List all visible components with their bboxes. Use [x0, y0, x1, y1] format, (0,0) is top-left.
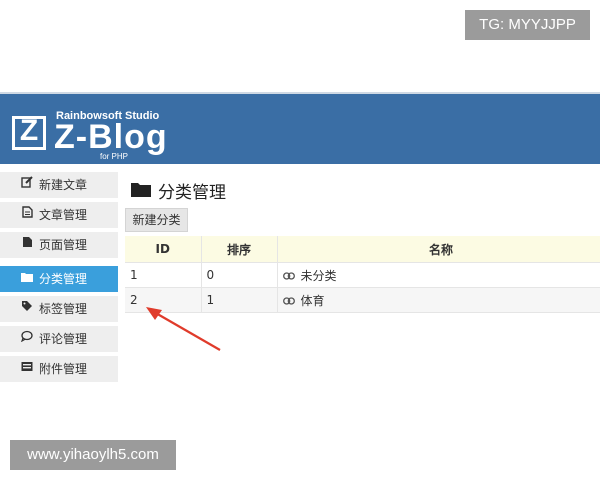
sidebar-item-comment-manage[interactable]: 评论管理 — [0, 326, 118, 352]
site-header: Z Rainbowsoft Studio Z-Blog for PHP — [0, 92, 600, 164]
link-icon — [282, 272, 295, 280]
sidebar-item-tag-manage[interactable]: 标签管理 — [0, 296, 118, 322]
sidebar-item-category-manage[interactable]: 分类管理 — [0, 266, 118, 292]
cell-order: 0 — [201, 262, 278, 288]
cell-id: 1 — [125, 262, 202, 288]
new-category-button[interactable]: 新建分类 — [125, 208, 188, 232]
folder-icon — [131, 182, 151, 197]
column-header-id[interactable]: ID — [125, 236, 202, 263]
table-row: 1 0 未分类 — [125, 262, 600, 288]
page-icon — [20, 232, 34, 258]
sidebar-item-attachment-manage[interactable]: 附件管理 — [0, 356, 118, 382]
tag-icon — [20, 296, 34, 322]
sidebar-item-label: 评论管理 — [39, 332, 88, 346]
document-icon — [20, 202, 34, 228]
sidebar-item-label: 分类管理 — [39, 272, 88, 286]
column-header-order[interactable]: 排序 — [201, 236, 278, 263]
sidebar-item-label: 新建文章 — [39, 178, 88, 192]
sidebar-item-new-article[interactable]: 新建文章 — [0, 172, 118, 198]
category-name[interactable]: 体育 — [301, 294, 325, 308]
sidebar-item-label: 页面管理 — [39, 238, 88, 252]
column-header-name[interactable]: 名称 — [277, 236, 600, 263]
comment-icon — [20, 326, 34, 352]
watermark-bottom: www.yihaoylh5.com — [10, 440, 176, 470]
cell-name[interactable]: 体育 — [277, 287, 600, 313]
zblog-logo-icon: Z — [12, 114, 46, 150]
sidebar-item-label: 附件管理 — [39, 362, 88, 376]
sidebar-item-page-manage[interactable]: 页面管理 — [0, 232, 118, 258]
edit-icon — [20, 172, 34, 198]
folder-icon — [20, 266, 34, 292]
cell-name[interactable]: 未分类 — [277, 262, 600, 288]
sidebar-item-article-manage[interactable]: 文章管理 — [0, 202, 118, 228]
attachment-icon — [20, 356, 34, 382]
link-icon — [282, 297, 295, 305]
watermark-top: TG: MYYJJPP — [465, 10, 590, 40]
table-header-row: ID 排序 名称 — [125, 236, 600, 263]
annotation-arrow-icon — [146, 307, 221, 351]
sidebar-item-label: 标签管理 — [39, 302, 88, 316]
category-name[interactable]: 未分类 — [301, 269, 337, 283]
logo-letter: Z — [19, 114, 39, 147]
sidebar-item-label: 文章管理 — [39, 208, 88, 222]
page-title: 分类管理 — [158, 183, 226, 203]
brand-sub: for PHP — [100, 152, 129, 161]
